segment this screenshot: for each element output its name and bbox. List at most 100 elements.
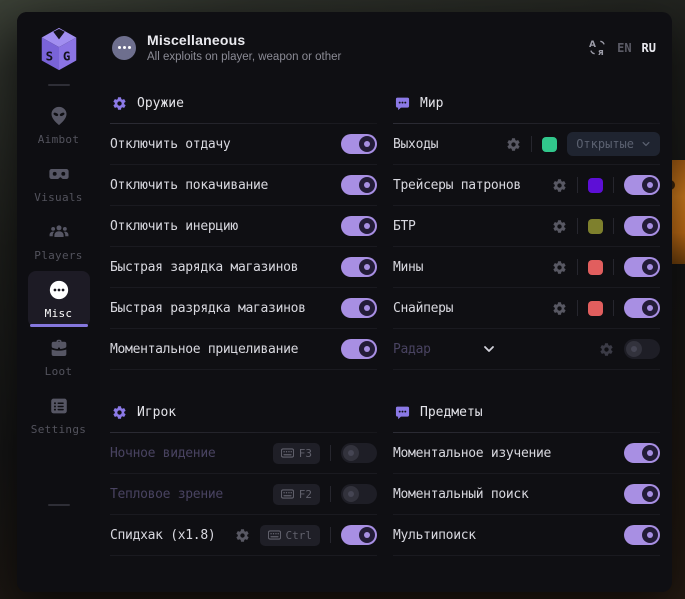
feature-label: Быстрая разрядка магазинов bbox=[110, 301, 306, 316]
color-swatch[interactable] bbox=[542, 137, 557, 152]
feature-row: Ночное видение F3 bbox=[110, 433, 377, 474]
toggle[interactable] bbox=[341, 134, 377, 154]
gear-icon[interactable] bbox=[599, 342, 614, 357]
sidebar-item-visuals[interactable]: Visuals bbox=[28, 155, 90, 211]
message-dots-icon bbox=[395, 405, 410, 420]
feature-row: Трейсеры патронов bbox=[393, 165, 660, 206]
toggle-knob bbox=[626, 341, 642, 357]
dropdown[interactable]: Открытые bbox=[567, 132, 660, 156]
page-header: Miscellaneous All exploits on player, we… bbox=[100, 12, 672, 77]
row-controls bbox=[341, 298, 377, 318]
toggle[interactable] bbox=[624, 443, 660, 463]
gear-icon[interactable] bbox=[552, 219, 567, 234]
sidebar-item-label: Visuals bbox=[34, 191, 82, 204]
section-header: Оружие bbox=[110, 77, 377, 123]
lang-button-ru[interactable]: RU bbox=[642, 41, 656, 55]
sidebar-nav: Aimbot Visuals Players MiscLoot Settings bbox=[17, 96, 100, 444]
svg-text:я: я bbox=[598, 48, 604, 57]
sidebar-item-settings[interactable]: Settings bbox=[28, 387, 90, 443]
hotkey-badge[interactable]: Ctrl bbox=[260, 525, 321, 546]
feature-row: Моментальное прицеливание bbox=[110, 329, 377, 370]
translate-icon: A я bbox=[588, 38, 607, 57]
hotkey-badge[interactable]: F2 bbox=[273, 484, 320, 505]
lang-button-en[interactable]: EN bbox=[617, 41, 631, 55]
row-controls bbox=[552, 298, 660, 318]
toggle-knob bbox=[343, 445, 359, 461]
feature-label: Спидхак (x1.8) bbox=[110, 528, 215, 543]
control-divider bbox=[531, 136, 532, 152]
toggle[interactable] bbox=[341, 298, 377, 318]
control-divider bbox=[613, 300, 614, 316]
alien-icon bbox=[48, 105, 70, 127]
feature-label: Отключить покачивание bbox=[110, 178, 268, 193]
gear-icon[interactable] bbox=[552, 178, 567, 193]
row-controls: Ctrl bbox=[235, 525, 378, 546]
toggle[interactable] bbox=[624, 339, 660, 359]
row-controls bbox=[341, 257, 377, 277]
keyboard-icon bbox=[281, 448, 294, 458]
toggle[interactable] bbox=[341, 525, 377, 545]
toggle[interactable] bbox=[624, 216, 660, 236]
gear-icon[interactable] bbox=[235, 528, 250, 543]
toggle[interactable] bbox=[341, 339, 377, 359]
feature-label: Трейсеры патронов bbox=[393, 178, 521, 193]
section-title: Предметы bbox=[420, 405, 483, 420]
sidebar-divider bbox=[48, 84, 70, 86]
gear-icon[interactable] bbox=[552, 260, 567, 275]
section-title: Оружие bbox=[137, 96, 184, 111]
feature-row: Отключить инерцию bbox=[110, 206, 377, 247]
row-controls bbox=[552, 216, 660, 236]
row-controls bbox=[552, 257, 660, 277]
feature-row: Мультипоиск bbox=[393, 515, 660, 556]
toggle[interactable] bbox=[341, 443, 377, 463]
toggle-knob bbox=[359, 259, 375, 275]
feature-row: Радар bbox=[393, 329, 660, 370]
row-controls bbox=[341, 216, 377, 236]
toggle[interactable] bbox=[341, 257, 377, 277]
toggle[interactable] bbox=[341, 484, 377, 504]
sidebar-item-aimbot[interactable]: Aimbot bbox=[28, 97, 90, 153]
sidebar-item-label: Players bbox=[34, 249, 82, 262]
color-swatch[interactable] bbox=[588, 301, 603, 316]
toggle-knob bbox=[642, 527, 658, 543]
column-left: Оружие Отключить отдачу Отключить покачива… bbox=[110, 77, 377, 572]
page-subtitle: All exploits on player, weapon or other bbox=[147, 51, 341, 63]
feature-row: БТР bbox=[393, 206, 660, 247]
briefcase-icon bbox=[48, 337, 70, 359]
feature-label: БТР bbox=[393, 219, 416, 234]
dropdown-value: Открытые bbox=[576, 137, 634, 151]
feature-label: Ночное видение bbox=[110, 446, 215, 461]
toggle[interactable] bbox=[624, 175, 660, 195]
control-divider bbox=[613, 259, 614, 275]
color-swatch[interactable] bbox=[588, 260, 603, 275]
color-swatch[interactable] bbox=[588, 219, 603, 234]
gear-icon bbox=[112, 405, 127, 420]
toggle[interactable] bbox=[624, 525, 660, 545]
toggle[interactable] bbox=[624, 257, 660, 277]
sidebar-item-label: Settings bbox=[31, 423, 86, 436]
feature-row: Снайперы bbox=[393, 288, 660, 329]
feature-row: Моментальный поиск bbox=[393, 474, 660, 515]
feature-row: Быстрая разрядка магазинов bbox=[110, 288, 377, 329]
sidebar-item-players[interactable]: Players bbox=[28, 213, 90, 269]
chevron-down-icon[interactable] bbox=[482, 342, 496, 356]
feature-label: Радар bbox=[393, 342, 431, 357]
gear-icon[interactable] bbox=[552, 301, 567, 316]
toggle[interactable] bbox=[341, 216, 377, 236]
color-swatch[interactable] bbox=[588, 178, 603, 193]
hotkey-badge[interactable]: F3 bbox=[273, 443, 320, 464]
sidebar-item-loot[interactable]: Loot bbox=[28, 329, 90, 385]
control-divider bbox=[613, 177, 614, 193]
toggle[interactable] bbox=[624, 484, 660, 504]
row-controls bbox=[599, 339, 660, 359]
row-controls: F2 bbox=[273, 484, 377, 505]
toggle[interactable] bbox=[341, 175, 377, 195]
feature-row: Отключить отдачу bbox=[110, 124, 377, 165]
feature-row: Моментальное изучение bbox=[393, 433, 660, 474]
sidebar-divider bbox=[48, 504, 70, 506]
toggle[interactable] bbox=[624, 298, 660, 318]
gear-icon[interactable] bbox=[506, 137, 521, 152]
svg-text:S: S bbox=[45, 49, 53, 64]
sidebar-item-misc[interactable]: Misc bbox=[28, 271, 90, 327]
row-controls: F3 bbox=[273, 443, 377, 464]
